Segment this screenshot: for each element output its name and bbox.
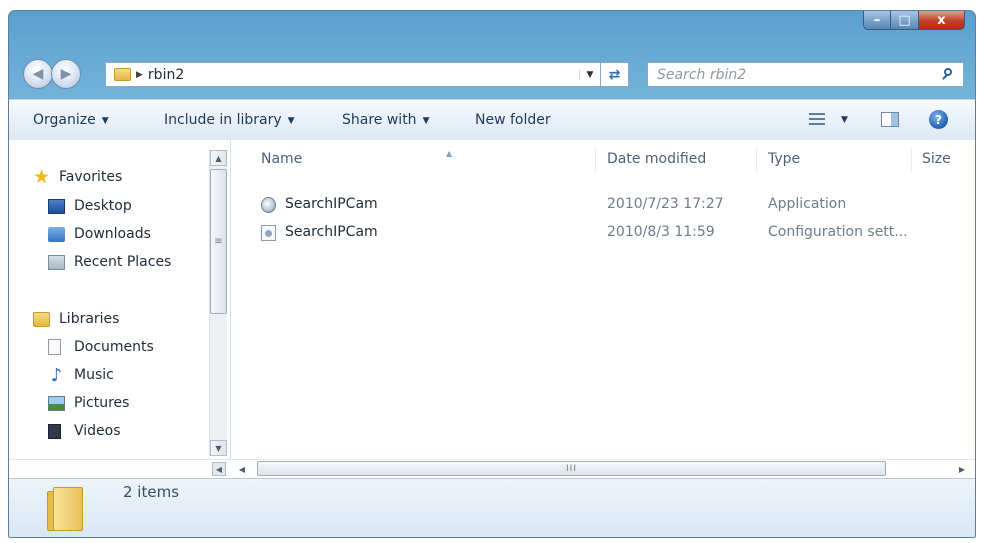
table-row[interactable]: SearchIPCam 2010/7/23 17:27 Application bbox=[231, 192, 975, 218]
h-scrollbar-thumb[interactable]: III bbox=[257, 461, 886, 476]
scroll-down-icon[interactable]: ▼ bbox=[210, 440, 227, 456]
table-row[interactable]: SearchIPCam 2010/8/3 11:59 Configuration… bbox=[231, 220, 975, 246]
column-divider[interactable] bbox=[595, 148, 596, 172]
sidebar-item-documents[interactable]: Documents bbox=[48, 336, 154, 358]
sidebar-item-label: Documents bbox=[74, 339, 154, 355]
pictures-icon bbox=[48, 395, 65, 411]
column-header-size[interactable]: Size bbox=[922, 151, 951, 167]
column-header-date-modified[interactable]: Date modified bbox=[607, 151, 706, 167]
nav-pane-scrollbar[interactable]: ▲ ≡ ▼ bbox=[209, 150, 227, 456]
breadcrumb-rbin2[interactable]: rbin2 bbox=[148, 67, 184, 83]
item-count: 2 items bbox=[123, 483, 180, 501]
back-button[interactable]: ◀ bbox=[23, 59, 53, 89]
refresh-button[interactable]: ⇄ bbox=[601, 62, 629, 87]
favorites-item[interactable]: ★ Favorites bbox=[33, 166, 122, 188]
navigation-bar: ◀ ▶ ▶ rbin2 ▼ ⇄ Search rbin2 bbox=[21, 58, 967, 90]
sidebar-item-downloads[interactable]: Downloads bbox=[48, 223, 151, 245]
column-header-type[interactable]: Type bbox=[768, 151, 800, 167]
preview-pane-icon[interactable] bbox=[881, 112, 899, 127]
file-name: SearchIPCam bbox=[285, 224, 378, 240]
column-header-name[interactable]: Name ▲ bbox=[261, 149, 452, 167]
sidebar-item-videos[interactable]: Videos bbox=[48, 420, 121, 442]
sidebar-item-label: Pictures bbox=[74, 395, 130, 411]
views-icon[interactable] bbox=[809, 113, 825, 126]
nav-buttons: ◀ ▶ bbox=[21, 58, 113, 90]
file-date: 2010/7/23 17:27 bbox=[607, 196, 724, 212]
favorites-label: Favorites bbox=[59, 169, 123, 185]
scroll-right-icon[interactable]: ▶ bbox=[955, 462, 969, 476]
videos-icon bbox=[48, 423, 61, 439]
breadcrumb-chevron-icon[interactable]: ▶ bbox=[136, 70, 143, 80]
new-folder-button[interactable]: New folder bbox=[475, 100, 551, 140]
minimize-button[interactable]: – bbox=[863, 11, 891, 30]
command-bar: Organize ▼ Include in library ▼ Share with… bbox=[9, 99, 975, 141]
sidebar-item-label: Recent Places bbox=[74, 254, 172, 270]
sidebar-item-label: Desktop bbox=[74, 198, 132, 214]
include-in-library-menu[interactable]: Include in library ▼ bbox=[164, 100, 295, 140]
config-file-icon bbox=[261, 225, 276, 241]
sort-ascending-icon: ▲ bbox=[446, 149, 453, 158]
folder-icon bbox=[47, 487, 83, 531]
file-type: Application bbox=[768, 196, 847, 212]
organize-label: Organize bbox=[33, 112, 96, 128]
sidebar-item-desktop[interactable]: Desktop bbox=[48, 195, 132, 217]
sidebar-item-recent-places[interactable]: Recent Places bbox=[48, 251, 171, 273]
address-dropdown-icon[interactable]: ▼ bbox=[579, 69, 600, 80]
file-date: 2010/8/3 11:59 bbox=[607, 224, 715, 240]
chevron-down-icon: ▼ bbox=[101, 116, 109, 126]
libraries-item[interactable]: Libraries bbox=[33, 308, 119, 330]
organize-menu[interactable]: Organize ▼ bbox=[33, 100, 109, 140]
chevron-down-icon: ▼ bbox=[422, 116, 430, 126]
share-with-label: Share with bbox=[342, 112, 417, 128]
sidebar-item-label: Downloads bbox=[74, 226, 151, 242]
search-icon[interactable] bbox=[941, 67, 955, 82]
libraries-icon bbox=[33, 311, 50, 327]
sidebar-item-label: Videos bbox=[74, 423, 121, 439]
horizontal-scrollbar[interactable]: ◀ ◀ III ▶ bbox=[9, 459, 975, 478]
file-type: Configuration sett... bbox=[768, 224, 908, 240]
file-list: Name ▲ Date modified Type Size SearchIPC… bbox=[231, 140, 975, 459]
file-name: SearchIPCam bbox=[285, 196, 378, 212]
maximize-button[interactable]: □ bbox=[891, 11, 919, 30]
search-input[interactable]: Search rbin2 bbox=[657, 67, 746, 83]
chevron-down-icon: ▼ bbox=[287, 116, 295, 126]
search-box[interactable]: Search rbin2 bbox=[647, 62, 964, 87]
column-divider[interactable] bbox=[911, 148, 912, 172]
column-divider[interactable] bbox=[756, 148, 757, 172]
views-dropdown-icon[interactable]: ▼ bbox=[841, 100, 848, 140]
window-controls: – □ x bbox=[863, 11, 965, 30]
nav-scroll-left-icon[interactable]: ◀ bbox=[212, 462, 226, 476]
address-bar[interactable]: ▶ rbin2 ▼ bbox=[105, 62, 601, 87]
details-pane: 2 items bbox=[9, 478, 975, 537]
sidebar-item-label: Music bbox=[74, 367, 114, 383]
music-icon: ♪ bbox=[50, 364, 63, 386]
grip-icon: III bbox=[566, 463, 577, 474]
desktop-icon bbox=[48, 198, 65, 214]
application-icon bbox=[261, 197, 276, 213]
recent-places-icon bbox=[48, 254, 65, 270]
share-with-menu[interactable]: Share with ▼ bbox=[342, 100, 429, 140]
downloads-icon bbox=[48, 226, 65, 242]
sidebar-item-pictures[interactable]: Pictures bbox=[48, 392, 129, 414]
explorer-window: – □ x ◀ ▶ ▶ rbin2 ▼ ⇄ Search rbin2 Organ… bbox=[8, 10, 976, 538]
libraries-label: Libraries bbox=[59, 311, 120, 327]
column-header-label: Name bbox=[261, 151, 303, 167]
help-icon[interactable]: ? bbox=[929, 110, 948, 129]
scroll-up-icon[interactable]: ▲ bbox=[210, 150, 227, 166]
grip-icon: ≡ bbox=[214, 236, 223, 247]
sidebar-item-music[interactable]: ♪ Music bbox=[48, 364, 114, 386]
forward-button[interactable]: ▶ bbox=[51, 59, 81, 89]
close-button[interactable]: x bbox=[919, 11, 965, 30]
scrollbar-thumb[interactable]: ≡ bbox=[210, 169, 227, 314]
star-icon: ★ bbox=[33, 165, 51, 188]
folder-icon bbox=[114, 68, 131, 81]
scroll-left-icon[interactable]: ◀ bbox=[235, 462, 249, 476]
navigation-pane: ★ Favorites Desktop Downloads Recent Pla… bbox=[9, 140, 231, 459]
include-in-library-label: Include in library bbox=[164, 112, 282, 128]
documents-icon bbox=[48, 339, 61, 355]
